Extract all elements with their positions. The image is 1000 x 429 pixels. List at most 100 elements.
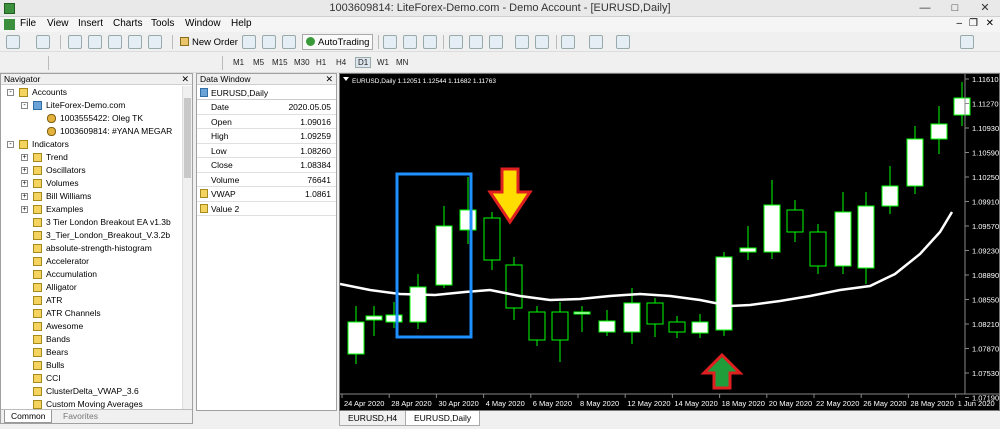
tree-expander[interactable]: - — [7, 89, 14, 96]
navigator-item[interactable]: Bears — [46, 346, 68, 359]
autotrading-button[interactable]: AutoTrading — [302, 34, 374, 50]
navigator-item[interactable]: Indicators — [32, 138, 69, 151]
text-tool-icon[interactable] — [155, 56, 169, 70]
templates-icon[interactable] — [616, 35, 630, 49]
bar-chart-icon[interactable] — [383, 35, 397, 49]
navigator-icon[interactable] — [108, 35, 122, 49]
tree-expander[interactable]: - — [21, 102, 28, 109]
navigator-item[interactable]: Trend — [46, 151, 68, 164]
new-order-button[interactable]: New Order — [176, 34, 242, 50]
tab-eurusd-h4[interactable]: EURUSD,H4 — [339, 411, 407, 426]
timeframe-m30[interactable]: M30 — [294, 58, 310, 67]
maximize-button[interactable]: □ — [940, 0, 970, 17]
menu-window[interactable]: Window — [185, 18, 221, 29]
fibonacci-icon[interactable] — [135, 56, 149, 70]
minimize-button[interactable]: — — [910, 0, 940, 17]
navigator-item[interactable]: ATR — [46, 294, 62, 307]
timeframe-m15[interactable]: M15 — [272, 58, 288, 67]
timeframe-w1[interactable]: W1 — [377, 58, 389, 67]
menu-help[interactable]: Help — [231, 18, 252, 29]
navigator-item[interactable]: Custom Moving Averages — [46, 398, 143, 409]
terminal-icon[interactable] — [128, 35, 142, 49]
tree-expander[interactable]: - — [7, 141, 14, 148]
crosshair-icon[interactable] — [26, 56, 40, 70]
navigator-item[interactable]: ATR Channels — [46, 307, 101, 320]
navigator-item[interactable]: Bulls — [46, 359, 64, 372]
market-watch-icon[interactable] — [68, 35, 82, 49]
tab-favorites[interactable]: Favorites — [57, 410, 104, 423]
eurusd-daily-chart[interactable]: 1.11610 1.11270 1.10930 1.10590 1.10250 1.099… — [339, 74, 1000, 412]
navigator-scroll-thumb[interactable] — [184, 98, 191, 178]
navigator-item[interactable]: 3 Tier London Breakout EA v1.3b — [46, 216, 171, 229]
document-menu-icon[interactable] — [4, 19, 15, 30]
line-chart-icon[interactable] — [423, 35, 437, 49]
strategy-tester-icon[interactable] — [148, 35, 162, 49]
navigator-item[interactable]: 3_Tier_London_Breakout_V.3.2b — [46, 229, 170, 242]
profiles-icon[interactable] — [36, 35, 50, 49]
tile-windows-icon[interactable] — [489, 35, 503, 49]
navigator-item[interactable]: Bill Williams — [46, 190, 91, 203]
chart-shift-icon[interactable] — [535, 35, 549, 49]
navigator-item[interactable]: Awesome — [46, 320, 83, 333]
trendline-icon[interactable] — [95, 56, 109, 70]
timeframe-d1[interactable]: D1 — [355, 57, 372, 68]
close-navigator-icon[interactable]: ✕ — [181, 74, 189, 84]
navigator-scrollbar[interactable] — [182, 86, 192, 409]
periods-icon[interactable] — [589, 35, 603, 49]
navigator-item[interactable]: CCI — [46, 372, 61, 385]
search-icon[interactable] — [960, 35, 974, 49]
tab-eurusd-daily[interactable]: EURUSD,Daily — [405, 411, 481, 426]
navigator-item[interactable]: Accumulation — [46, 268, 97, 281]
navigator-item[interactable]: 1003609814: #YANA MEGAR — [60, 125, 172, 138]
navigator-item[interactable]: 1003555422: Oleg TK — [60, 112, 143, 125]
market-icon[interactable] — [282, 35, 296, 49]
menu-file[interactable]: File — [20, 18, 36, 29]
data-window-icon[interactable] — [88, 35, 102, 49]
mdi-close-button[interactable]: ✕ — [986, 18, 994, 29]
menu-insert[interactable]: Insert — [78, 18, 103, 29]
vertical-line-icon[interactable] — [55, 56, 69, 70]
navigator-item[interactable]: Examples — [46, 203, 83, 216]
tree-expander[interactable]: + — [21, 180, 28, 187]
timeframe-m1[interactable]: M1 — [233, 58, 244, 67]
mdi-restore-button[interactable]: ❐ — [969, 18, 978, 29]
chart-window[interactable]: 1.11610 1.11270 1.10930 1.10590 1.10250 1.099… — [339, 73, 1000, 411]
tree-expander[interactable]: + — [21, 193, 28, 200]
navigator-item[interactable]: ClusterDelta_VWAP_3.6 — [46, 385, 139, 398]
menu-tools[interactable]: Tools — [151, 18, 174, 29]
horizontal-line-icon[interactable] — [75, 56, 89, 70]
metaeditor-icon[interactable] — [242, 35, 256, 49]
navigator-item[interactable]: Alligator — [46, 281, 77, 294]
close-window-button[interactable]: ✕ — [970, 0, 1000, 17]
equidistant-channel-icon[interactable] — [115, 56, 129, 70]
tree-expander[interactable]: + — [21, 154, 28, 161]
close-data-window-icon[interactable]: ✕ — [325, 74, 333, 84]
navigator-item[interactable]: Accelerator — [46, 255, 89, 268]
menu-view[interactable]: View — [47, 18, 69, 29]
label-tool-icon[interactable] — [175, 56, 189, 70]
cursor-icon[interactable] — [6, 56, 20, 70]
navigator-item[interactable]: Oscillators — [46, 164, 86, 177]
arrows-tool-icon[interactable] — [198, 56, 212, 70]
tab-common[interactable]: Common — [4, 410, 53, 423]
indicators-list-icon[interactable] — [561, 35, 575, 49]
mdi-minimize-button[interactable]: – — [956, 18, 962, 29]
menu-charts[interactable]: Charts — [113, 18, 142, 29]
timeframe-m5[interactable]: M5 — [253, 58, 264, 67]
navigator-item[interactable]: absolute-strength-histogram — [46, 242, 152, 255]
tree-expander[interactable]: + — [21, 206, 28, 213]
navigator-item[interactable]: Bands — [46, 333, 70, 346]
zoom-in-icon[interactable] — [449, 35, 463, 49]
timeframe-h1[interactable]: H1 — [316, 58, 326, 67]
navigator-item[interactable]: Accounts — [32, 86, 67, 99]
new-chart-icon[interactable] — [6, 35, 20, 49]
signals-icon[interactable] — [262, 35, 276, 49]
auto-scroll-icon[interactable] — [515, 35, 529, 49]
timeframe-h4[interactable]: H4 — [336, 58, 346, 67]
navigator-item[interactable]: Volumes — [46, 177, 79, 190]
timeframe-mn[interactable]: MN — [396, 58, 408, 67]
candlestick-icon[interactable] — [403, 35, 417, 49]
tree-expander[interactable]: + — [21, 167, 28, 174]
navigator-item[interactable]: LiteForex-Demo.com — [46, 99, 125, 112]
zoom-out-icon[interactable] — [469, 35, 483, 49]
